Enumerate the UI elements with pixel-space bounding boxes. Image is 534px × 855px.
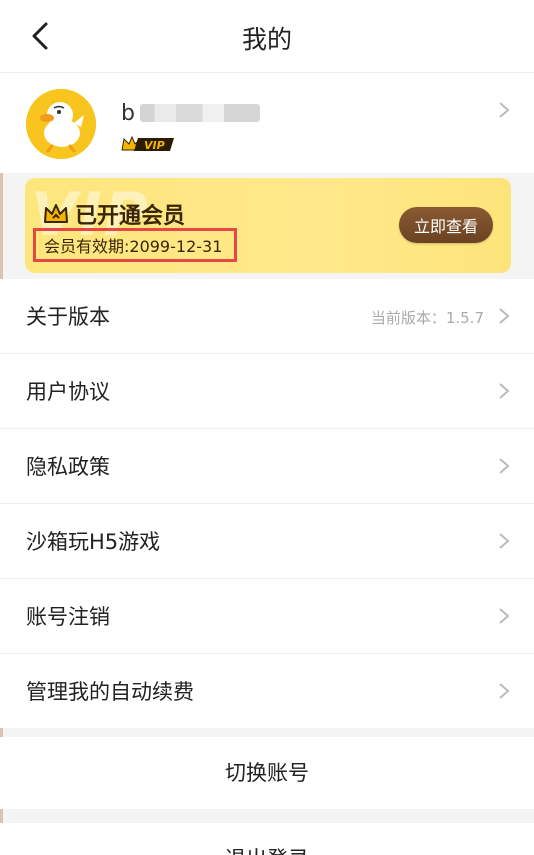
vip-badge-text: VIP [144,139,165,152]
chevron-right-icon [498,532,510,550]
crown-icon [44,204,68,223]
page: 我的 b VIP VIP 已开通会员 会员有效期:2099-12-31 立即查看… [0,0,534,855]
header-bar: 我的 [0,0,534,73]
chevron-right-icon [498,457,510,475]
menu-item-user-agreement[interactable]: 用户协议 [0,354,534,429]
menu-item-label: 隐私政策 [26,455,110,479]
switch-account-label: 切换账号 [225,761,309,785]
membership-expiry: 会员有效期:2099-12-31 [44,237,223,256]
menu-item-label: 账号注销 [26,605,110,629]
chevron-right-icon [498,101,510,119]
menu-item-privacy-policy[interactable]: 隐私政策 [0,429,534,504]
chevron-right-icon [498,307,510,325]
vip-badge: VIP [120,135,176,153]
chevron-right-icon [498,607,510,625]
menu-item-label: 用户协议 [26,380,110,404]
logout-label: 退出登录 [0,823,534,855]
vip-crown-icon: VIP [121,135,174,152]
switch-account-button[interactable]: 切换账号 [0,737,534,809]
version-value: 当前版本：1.5.7 [370,309,484,327]
username: b [121,98,260,128]
username-blur [139,104,260,122]
membership-card: VIP 已开通会员 会员有效期:2099-12-31 立即查看 [25,178,511,273]
membership-title-row: 已开通会员 [43,198,185,230]
settings-menu: 关于版本 当前版本：1.5.7 用户协议 隐私政策 沙箱玩H5游戏 账号注销 管… [0,279,534,728]
chevron-right-icon [498,682,510,700]
view-now-button[interactable]: 立即查看 [399,207,493,243]
membership-expiry-highlight: 会员有效期:2099-12-31 [33,228,238,262]
menu-item-label: 关于版本 [26,305,110,329]
chevron-right-icon [498,382,510,400]
menu-item-auto-renewal[interactable]: 管理我的自动续费 [0,654,534,728]
membership-title: 已开通会员 [75,204,186,229]
menu-item-about-version[interactable]: 关于版本 当前版本：1.5.7 [0,279,534,354]
avatar[interactable] [26,89,96,159]
duck-avatar-icon [26,89,96,159]
username-text: b [121,100,136,126]
page-title: 我的 [241,25,292,54]
menu-item-label: 管理我的自动续费 [26,680,194,704]
menu-item-sandbox-h5-games[interactable]: 沙箱玩H5游戏 [0,504,534,579]
menu-item-label: 沙箱玩H5游戏 [26,530,161,554]
menu-item-delete-account[interactable]: 账号注销 [0,579,534,654]
profile-row[interactable]: b VIP [0,73,534,173]
logout-button[interactable]: 退出登录 [0,823,534,855]
